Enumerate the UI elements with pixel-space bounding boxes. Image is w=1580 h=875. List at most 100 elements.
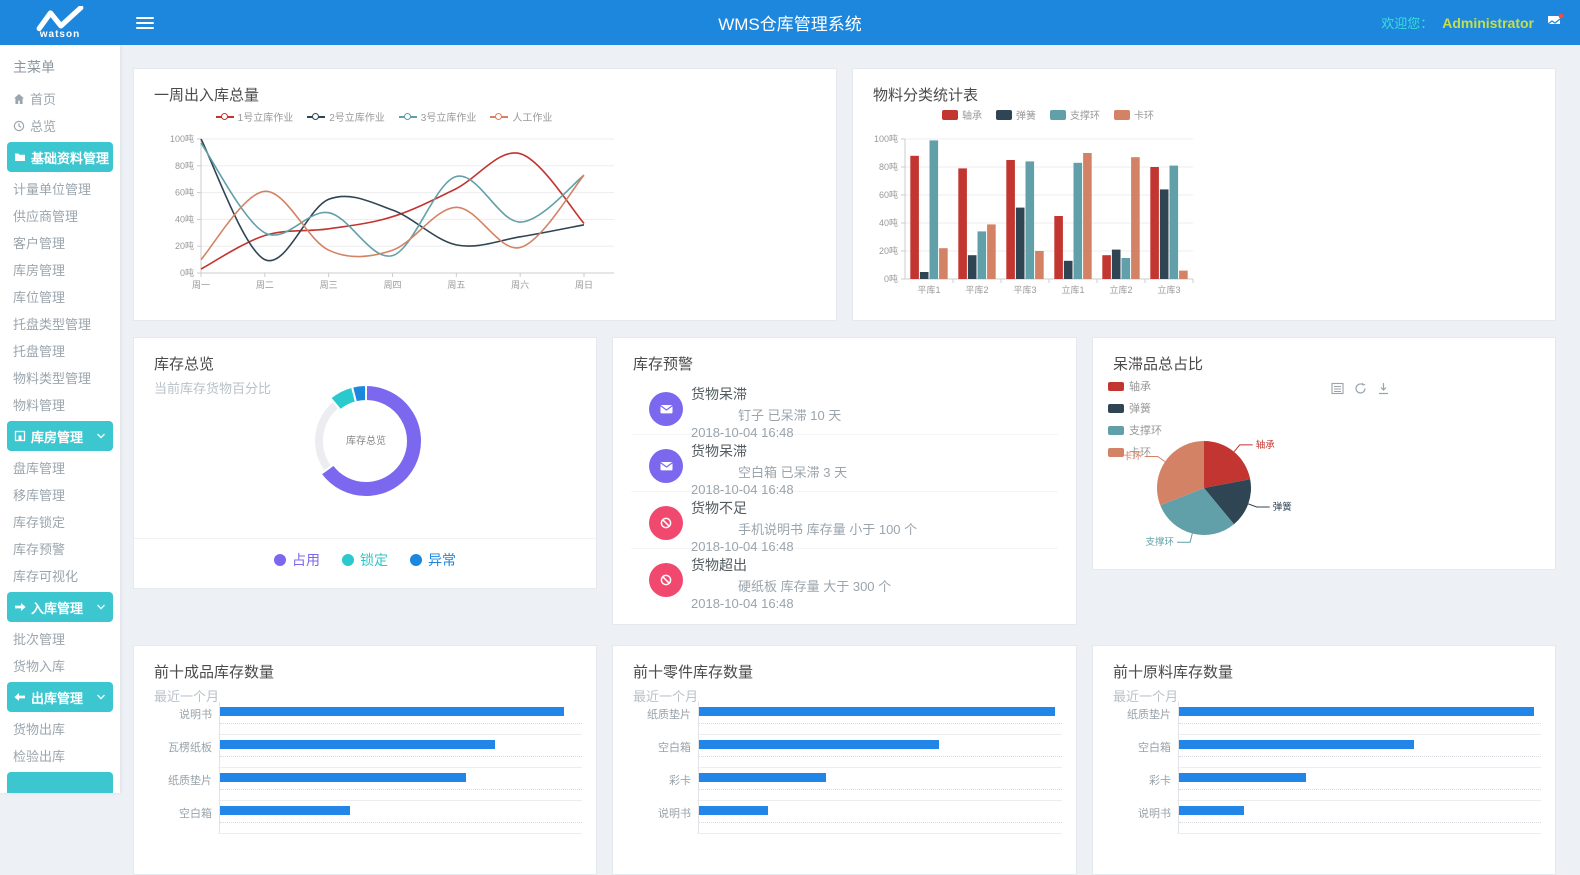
legend-item[interactable]: 支撑环	[1050, 107, 1100, 122]
sidebar-item-19[interactable]: 批次管理	[0, 625, 120, 652]
data-view-icon[interactable]	[1331, 382, 1344, 395]
sidebar-item-label: 客户管理	[13, 233, 65, 252]
bar-row: 纸质垫片	[154, 768, 582, 801]
svg-text:周六: 周六	[511, 279, 529, 290]
sidebar-item-18[interactable]: 入库管理	[7, 592, 113, 622]
donut-legend: 占用 锁定 异常	[134, 550, 596, 570]
bar	[220, 740, 495, 749]
legend-item[interactable]: 2号立库作业	[307, 109, 385, 124]
sidebar-item-11[interactable]: 物料管理	[0, 391, 120, 418]
download-icon[interactable]	[1377, 382, 1390, 395]
bar-label: 说明书	[154, 706, 219, 722]
top-parts-chart: 纸质垫片空白箱彩卡说明书	[633, 702, 1062, 834]
sidebar-item-label: 入库管理	[31, 598, 83, 617]
svg-text:弹簧: 弹簧	[1273, 501, 1293, 513]
alert-item: 货物不足手机说明书 库存量 小于 100 个2018-10-04 16:48	[631, 492, 1058, 549]
card-title: 物料分类统计表	[853, 69, 1555, 105]
top-finished-chart: 说明书瓦楞纸板纸质垫片空白箱	[154, 702, 582, 834]
chevron-down-icon	[96, 603, 106, 611]
sidebar-item-label: 库存预警	[13, 539, 65, 558]
bar	[1179, 773, 1306, 782]
overview-icon	[13, 120, 25, 132]
legend-item[interactable]: 轴承	[1108, 378, 1162, 394]
legend-item[interactable]: 异常	[410, 550, 456, 570]
legend-item[interactable]: 轴承	[942, 107, 982, 122]
legend-item[interactable]: 占用	[274, 550, 320, 570]
sidebar-item-23[interactable]: 检验出库	[0, 742, 120, 769]
sidebar-item-21[interactable]: 出库管理	[7, 682, 113, 712]
card-stock-alerts: 库存预警 货物呆滞钉子 已呆滞 10 天2018-10-04 16:48货物呆滞…	[612, 337, 1077, 625]
sidebar-item-label: 基础资料管理	[31, 148, 109, 167]
sidebar-item-22[interactable]: 货物出库	[0, 715, 120, 742]
legend-item[interactable]: 3号立库作业	[399, 109, 477, 124]
sidebar-item-8[interactable]: 托盘类型管理	[0, 310, 120, 337]
sidebar-item-label: 检验出库	[13, 746, 65, 765]
sidebar-item-label: 库房管理	[31, 427, 83, 446]
sidebar-item-5[interactable]: 客户管理	[0, 229, 120, 256]
card-inventory-overview: 库存总览 当前库存货物百分比 库存总览 占用锁定异常	[133, 337, 597, 589]
bar-row: 空白箱	[633, 735, 1062, 768]
bar-row: 说明书	[154, 702, 582, 735]
sidebar-item-7[interactable]: 库位管理	[0, 283, 120, 310]
username[interactable]: Administrator	[1442, 15, 1534, 31]
sidebar-item-13[interactable]: 盘库管理	[0, 454, 120, 481]
alert-desc: 钉子 已呆滞 10 天	[738, 405, 1058, 424]
bar	[699, 740, 939, 749]
refresh-icon[interactable]	[1354, 382, 1367, 395]
card-material-stats: 物料分类统计表 轴承弹簧支撑环卡环 0吨20吨40吨60吨80吨100吨平库1平…	[852, 68, 1556, 321]
svg-text:40吨: 40吨	[175, 213, 194, 224]
svg-text:20吨: 20吨	[879, 245, 898, 256]
sidebar-item-12[interactable]: 库房管理	[7, 421, 113, 451]
sidebar-item-label: 物料管理	[13, 395, 65, 414]
sidebar-item-label: 出库管理	[31, 688, 83, 707]
bar-label: 空白箱	[154, 805, 219, 821]
legend-label: 锁定	[360, 550, 388, 570]
bar-label: 瓦楞纸板	[154, 739, 219, 755]
chevron-down-icon	[96, 693, 106, 701]
legend-label: 支撑环	[1070, 107, 1100, 122]
svg-text:100吨: 100吨	[874, 133, 898, 144]
notification-icon[interactable]	[1547, 13, 1564, 33]
card-weekly-io: 一周出入库总量 1号立库作业2号立库作业3号立库作业人工作业 0吨20吨40吨6…	[133, 68, 837, 321]
hamburger-menu-icon[interactable]	[136, 14, 154, 32]
svg-text:周五: 周五	[447, 280, 465, 290]
card-top-raw: 前十原料库存数量 最近一个月 纸质垫片空白箱彩卡说明书	[1092, 645, 1556, 875]
legend-item[interactable]: 锁定	[342, 550, 388, 570]
sidebar-item-3[interactable]: 计量单位管理	[0, 175, 120, 202]
bar-row: 纸质垫片	[633, 702, 1062, 735]
legend-item[interactable]: 1号立库作业	[216, 109, 294, 124]
app-logo[interactable]: watson	[0, 0, 120, 45]
sidebar-item-17[interactable]: 库存可视化	[0, 562, 120, 589]
sidebar-item-20[interactable]: 货物入库	[0, 652, 120, 679]
top-raw-chart: 纸质垫片空白箱彩卡说明书	[1113, 702, 1541, 834]
sidebar-item-14[interactable]: 移库管理	[0, 481, 120, 508]
chart-toolbox	[1331, 382, 1390, 395]
bar-row: 瓦楞纸板	[154, 735, 582, 768]
legend-item[interactable]: 人工作业	[490, 109, 552, 124]
sidebar-item-24[interactable]	[7, 772, 113, 793]
logo-text: watson	[40, 29, 80, 40]
sidebar-item-label: 库存可视化	[13, 566, 78, 585]
sidebar-item-4[interactable]: 供应商管理	[0, 202, 120, 229]
sidebar-item-label: 物料类型管理	[13, 368, 91, 387]
sidebar-item-6[interactable]: 库房管理	[0, 256, 120, 283]
legend-item[interactable]: 卡环	[1114, 107, 1154, 122]
sidebar-item-9[interactable]: 托盘管理	[0, 337, 120, 364]
sidebar-item-15[interactable]: 库存锁定	[0, 508, 120, 535]
svg-text:支撑环: 支撑环	[1146, 536, 1175, 548]
sidebar-item-2[interactable]: 基础资料管理	[7, 142, 113, 172]
sidebar-item-1[interactable]: 总览	[0, 112, 120, 139]
alert-desc: 硬纸板 库存量 大于 300 个	[738, 576, 1058, 595]
arrow-left-icon	[14, 691, 26, 703]
sidebar-item-10[interactable]: 物料类型管理	[0, 364, 120, 391]
svg-text:平库1: 平库1	[917, 284, 940, 295]
legend-label: 异常	[428, 550, 456, 570]
home-icon	[13, 93, 25, 105]
sidebar-item-0[interactable]: 首页	[0, 85, 120, 112]
svg-text:周日: 周日	[575, 280, 593, 290]
legend-item[interactable]: 弹簧	[996, 107, 1036, 122]
svg-text:60吨: 60吨	[175, 187, 194, 198]
bar	[699, 773, 826, 782]
svg-text:20吨: 20吨	[175, 240, 194, 251]
sidebar-item-16[interactable]: 库存预警	[0, 535, 120, 562]
